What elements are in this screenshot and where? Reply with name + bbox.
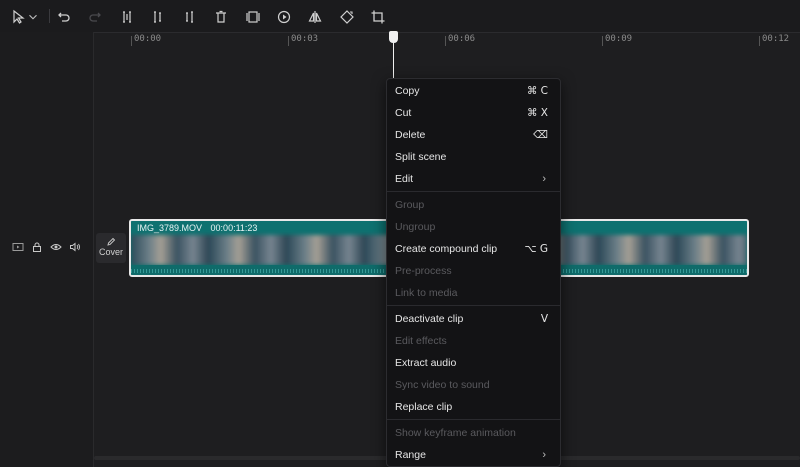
- ruler-tick: [131, 36, 132, 46]
- ruler-tick: [288, 36, 289, 46]
- ruler-label: 00:12: [762, 34, 790, 44]
- menu-item-show-keyframe-animation: Show keyframe animation: [387, 422, 560, 444]
- delete-icon[interactable]: [210, 6, 232, 28]
- chevron-right-icon: ›: [542, 449, 546, 461]
- shortcut-label: V: [540, 313, 548, 325]
- split-left-icon[interactable]: [147, 6, 169, 28]
- menu-item-edit-effects: Edit effects: [387, 330, 560, 352]
- split-right-icon[interactable]: [178, 6, 200, 28]
- menu-item-ungroup: Ungroup: [387, 216, 560, 238]
- menu-item-label: Copy: [395, 85, 420, 97]
- menu-item-extract-audio[interactable]: Extract audio: [387, 352, 560, 374]
- menu-item-delete[interactable]: Delete ⌫: [387, 124, 560, 146]
- menu-item-copy[interactable]: Copy ⌘ C: [387, 80, 560, 102]
- menu-item-label: Edit: [395, 173, 414, 185]
- crop-icon[interactable]: [367, 6, 389, 28]
- shortcut-label: ⌘ X: [526, 107, 548, 119]
- menu-item-label: Group: [395, 199, 425, 211]
- play-reverse-icon[interactable]: [273, 6, 295, 28]
- cover-button[interactable]: Cover: [96, 233, 126, 263]
- menu-item-label: Ungroup: [395, 221, 436, 233]
- context-menu: Copy ⌘ C Cut ⌘ X Delete ⌫ Split scene Ed…: [386, 78, 561, 467]
- menu-item-deactivate-clip[interactable]: Deactivate clip V: [387, 308, 560, 330]
- menu-item-label: Deactivate clip: [395, 313, 464, 325]
- menu-item-label: Pre-process: [395, 265, 452, 277]
- chevron-right-icon: ›: [542, 173, 546, 185]
- menu-item-label: Replace clip: [395, 401, 453, 413]
- lock-icon[interactable]: [31, 241, 43, 253]
- menu-item-label: Delete: [395, 129, 426, 141]
- ruler-label: 00:09: [605, 34, 633, 44]
- menu-item-label: Show keyframe animation: [395, 427, 516, 439]
- clip-duration: 00:00:11:23: [210, 223, 258, 233]
- clip-filename: IMG_3789.MOV: [137, 223, 203, 233]
- mirror-icon[interactable]: [304, 6, 326, 28]
- pencil-icon: [107, 237, 116, 246]
- menu-item-label: Extract audio: [395, 357, 457, 369]
- menu-item-split-scene[interactable]: Split scene: [387, 146, 560, 168]
- speaker-icon[interactable]: [69, 241, 81, 253]
- menu-item-sync-video-to-sound: Sync video to sound: [387, 374, 560, 396]
- ruler-tick: [445, 36, 446, 46]
- redo-icon[interactable]: [84, 6, 106, 28]
- ruler-label: 00:03: [291, 34, 319, 44]
- cover-label: Cover: [98, 247, 123, 257]
- rotate-icon[interactable]: [336, 6, 358, 28]
- freeze-frame-icon[interactable]: [242, 6, 264, 28]
- menu-item-label: Cut: [395, 107, 412, 119]
- menu-item-link-to-media: Link to media: [387, 282, 560, 304]
- menu-item-range[interactable]: Range ›: [387, 444, 560, 466]
- playhead-line[interactable]: [393, 43, 394, 78]
- ruler-tick: [759, 36, 760, 46]
- menu-divider: [387, 419, 560, 420]
- menu-item-label: Range: [395, 449, 426, 461]
- ruler-label: 00:06: [448, 34, 476, 44]
- menu-divider: [387, 305, 560, 306]
- video-track-icon: [12, 241, 24, 253]
- menu-item-label: Split scene: [395, 151, 447, 163]
- track-header-panel: [0, 32, 94, 467]
- menu-divider: [387, 191, 560, 192]
- shortcut-label: ⌥ G: [524, 243, 548, 255]
- menu-item-label: Create compound clip: [395, 243, 498, 255]
- menu-item-replace-clip[interactable]: Replace clip: [387, 396, 560, 418]
- menu-item-pre-process: Pre-process: [387, 260, 560, 282]
- menu-item-group: Group: [387, 194, 560, 216]
- ruler-label: 00:00: [134, 34, 162, 44]
- eye-icon[interactable]: [50, 241, 62, 253]
- timeline-ruler[interactable]: 00:00 00:03 00:06 00:09 00:12: [94, 32, 800, 48]
- split-icon[interactable]: [116, 6, 138, 28]
- timeline-toolbar: [0, 0, 800, 33]
- chevron-down-icon[interactable]: [26, 6, 40, 28]
- menu-item-label: Edit effects: [395, 335, 447, 347]
- ruler-tick: [602, 36, 603, 46]
- menu-item-label: Sync video to sound: [395, 379, 490, 391]
- playhead-handle[interactable]: [389, 31, 398, 43]
- menu-item-edit[interactable]: Edit ›: [387, 168, 560, 190]
- menu-item-create-compound-clip[interactable]: Create compound clip ⌥ G: [387, 238, 560, 260]
- menu-item-cut[interactable]: Cut ⌘ X: [387, 102, 560, 124]
- backspace-icon: ⌫: [533, 129, 548, 141]
- undo-icon[interactable]: [53, 6, 75, 28]
- toolbar-divider: [49, 9, 50, 23]
- shortcut-label: ⌘ C: [526, 85, 548, 97]
- menu-item-label: Link to media: [395, 287, 458, 299]
